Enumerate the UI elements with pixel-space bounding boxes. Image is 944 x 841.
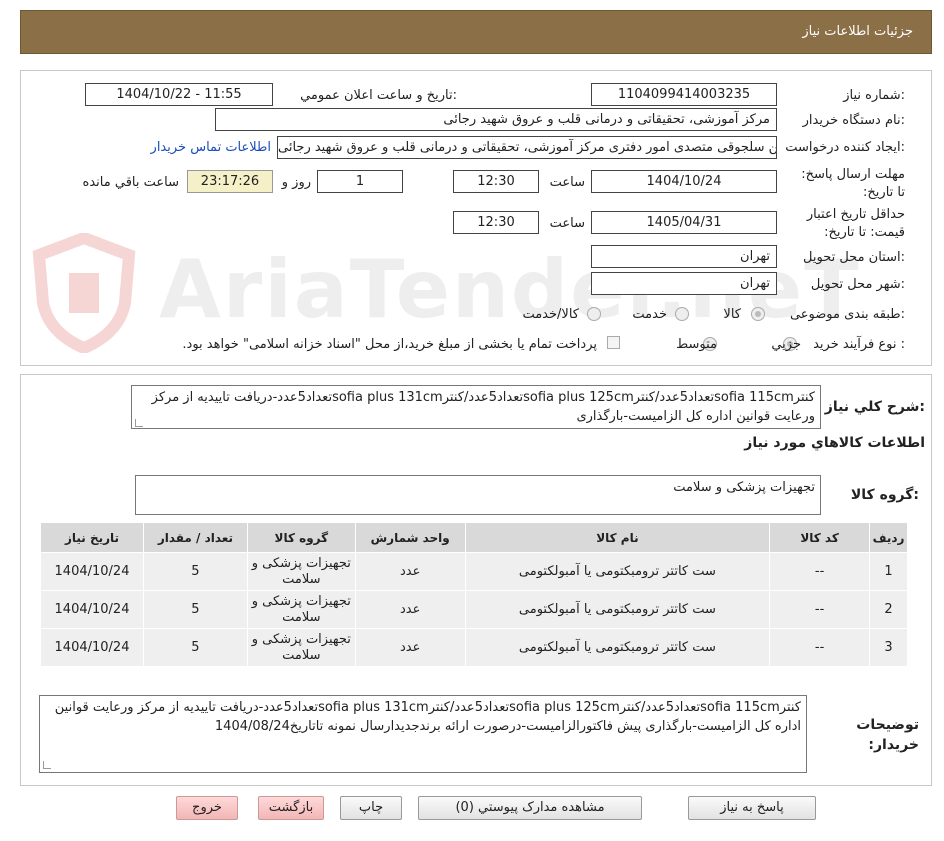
treasury-note: پرداخت تمام یا بخشی از مبلغ خرید،از محل … — [182, 337, 597, 352]
reply-button[interactable]: پاسخ به نياز — [688, 796, 816, 820]
description-textarea[interactable]: کنترsofia 115cmتعداد5عدد/کنترsofia plus … — [131, 385, 821, 429]
announce-field[interactable]: 1404/10/22 - 11:55 — [85, 83, 273, 106]
category-radio-goods[interactable] — [751, 307, 765, 321]
need-number-field[interactable]: 1104099414003235 — [591, 83, 777, 106]
validity-date-field[interactable]: 1405/04/31 — [591, 211, 777, 234]
print-button[interactable]: چاپ — [340, 796, 402, 820]
col-goods-code: کد کالا — [769, 522, 871, 553]
process-option-medium: متوسط — [676, 337, 717, 352]
col-need-date: تاريخ نياز — [39, 522, 145, 553]
cell-unit: عدد — [354, 552, 466, 591]
category-option-goods: کالا — [723, 307, 741, 322]
city-field[interactable]: تهران — [591, 272, 777, 295]
treasury-checkbox[interactable] — [607, 336, 620, 349]
back-button[interactable]: بازگشت — [258, 796, 324, 820]
category-label: طبقه بندی موضوعی: — [789, 307, 905, 322]
cell-goods-name: ست کاتتر ترومبکتومی یا آمبولکتومی — [464, 628, 771, 667]
goods-group-textarea[interactable]: تجهیزات پزشکی و سلامت — [135, 475, 821, 515]
days-field[interactable]: 1 — [317, 170, 403, 193]
cell-goods-name: ست کاتتر ترومبکتومی یا آمبولکتومی — [464, 590, 771, 629]
cell-goods-name: ست کاتتر ترومبکتومی یا آمبولکتومی — [464, 552, 771, 591]
cell-row-number: 1 — [869, 552, 908, 591]
cell-need-date: 1404/10/24 — [39, 628, 145, 667]
table-row: 1 -- ست کاتتر ترومبکتومی یا آمبولکتومی ع… — [39, 552, 908, 591]
buyer-org-field[interactable]: مرکز آموزشی، تحقیقاتی و درمانی قلب و عرو… — [215, 108, 777, 131]
goods-info-title: اطلاعات کالاهاي مورد نياز — [744, 435, 925, 451]
table-row: 3 -- ست کاتتر ترومبکتومی یا آمبولکتومی ع… — [39, 628, 908, 667]
cell-goods-group: تجهیزات پزشکی و سلامت — [246, 628, 356, 667]
description-panel: شرح کلي نياز: کنترsofia 115cmتعداد5عدد/ک… — [20, 374, 932, 786]
announce-label: تاریخ و ساعت اعلان عمومي: — [300, 88, 457, 103]
validity-label: حداقل تاريخ اعتبار قيمت: تا تاريخ: — [806, 207, 905, 240]
category-radio-service[interactable] — [675, 307, 689, 321]
cell-unit: عدد — [354, 590, 466, 629]
buyer-notes-resize-handle[interactable] — [43, 761, 51, 769]
cell-goods-group: تجهیزات پزشکی و سلامت — [246, 552, 356, 591]
page-title: جزئیات اطلاعات نیاز — [802, 24, 913, 39]
requester-field[interactable]: حسین سلجوقی متصدی امور دفتری مرکز آموزشی… — [277, 136, 777, 159]
page-header: جزئیات اطلاعات نیاز — [20, 10, 932, 54]
cell-quantity: 5 — [143, 590, 248, 629]
cell-need-date: 1404/10/24 — [39, 552, 145, 591]
process-label: نوع فرآيند خريد : — [813, 337, 905, 352]
days-label: روز و — [281, 175, 311, 190]
description-resize-handle[interactable] — [135, 419, 143, 427]
contact-buyer-link[interactable]: اطلاعات تماس خريدار — [151, 140, 271, 155]
need-number-label: شماره نیاز: — [843, 88, 905, 103]
validity-time-label: ساعت — [549, 216, 585, 231]
table-row: 2 -- ست کاتتر ترومبکتومی یا آمبولکتومی ع… — [39, 590, 908, 629]
cell-row-number: 2 — [869, 590, 908, 629]
cell-goods-code: -- — [769, 628, 871, 667]
cell-goods-code: -- — [769, 552, 871, 591]
validity-time-field[interactable]: 12:30 — [453, 211, 539, 234]
cell-quantity: 5 — [143, 552, 248, 591]
buyer-notes-label: توضيحات خريدار: — [856, 717, 919, 753]
col-unit: واحد شمارش — [354, 522, 466, 553]
province-field[interactable]: تهران — [591, 245, 777, 268]
cell-need-date: 1404/10/24 — [39, 590, 145, 629]
cell-unit: عدد — [354, 628, 466, 667]
deadline-date-field[interactable]: 1404/10/24 — [591, 170, 777, 193]
col-goods-group: گروه کالا — [246, 522, 356, 553]
goods-group-label: گروه کالا: — [850, 487, 919, 503]
category-option-goods-service: کالا/خدمت — [522, 307, 579, 322]
deadline-label: مهلت ارسال پاسخ: تا تاریخ: — [801, 167, 905, 200]
cell-goods-group: تجهیزات پزشکی و سلامت — [246, 590, 356, 629]
goods-table: رديف کد کالا نام کالا واحد شمارش گروه کا… — [39, 522, 908, 667]
requester-label: ايجاد کننده درخواست: — [785, 140, 905, 155]
exit-button[interactable]: خروج — [176, 796, 238, 820]
buyer-notes-textarea[interactable]: کنترsofia 115cmتعداد5عدد/کنترsofia plus … — [39, 695, 807, 773]
cell-row-number: 3 — [869, 628, 908, 667]
col-row-number: رديف — [869, 522, 908, 553]
need-info-panel: AriaTender.neT شماره نیاز: 1104099414003… — [20, 70, 932, 366]
attachments-button[interactable]: مشاهده مدارک پيوستي (0) — [418, 796, 642, 820]
col-goods-name: نام کالا — [464, 522, 771, 553]
remaining-time-field: 23:17:26 — [187, 170, 273, 193]
cell-goods-code: -- — [769, 590, 871, 629]
city-label: شهر محل تحویل: — [810, 277, 905, 292]
deadline-time-label: ساعت — [549, 175, 585, 190]
province-label: استان محل تحویل: — [803, 250, 905, 265]
col-quantity: تعداد / مقدار — [143, 522, 248, 553]
shield-logo-icon — [32, 233, 136, 353]
deadline-time-field[interactable]: 12:30 — [453, 170, 539, 193]
remaining-label: ساعت باقي مانده — [82, 175, 179, 190]
cell-quantity: 5 — [143, 628, 248, 667]
category-radio-goods-service[interactable] — [587, 307, 601, 321]
description-label: شرح کلي نياز: — [824, 399, 925, 415]
buyer-org-label: نام دستگاه خريدار: — [802, 113, 905, 128]
goods-table-header: رديف کد کالا نام کالا واحد شمارش گروه کا… — [39, 522, 908, 553]
category-option-service: خدمت — [632, 307, 667, 322]
process-option-minor: جزیي — [771, 337, 801, 352]
